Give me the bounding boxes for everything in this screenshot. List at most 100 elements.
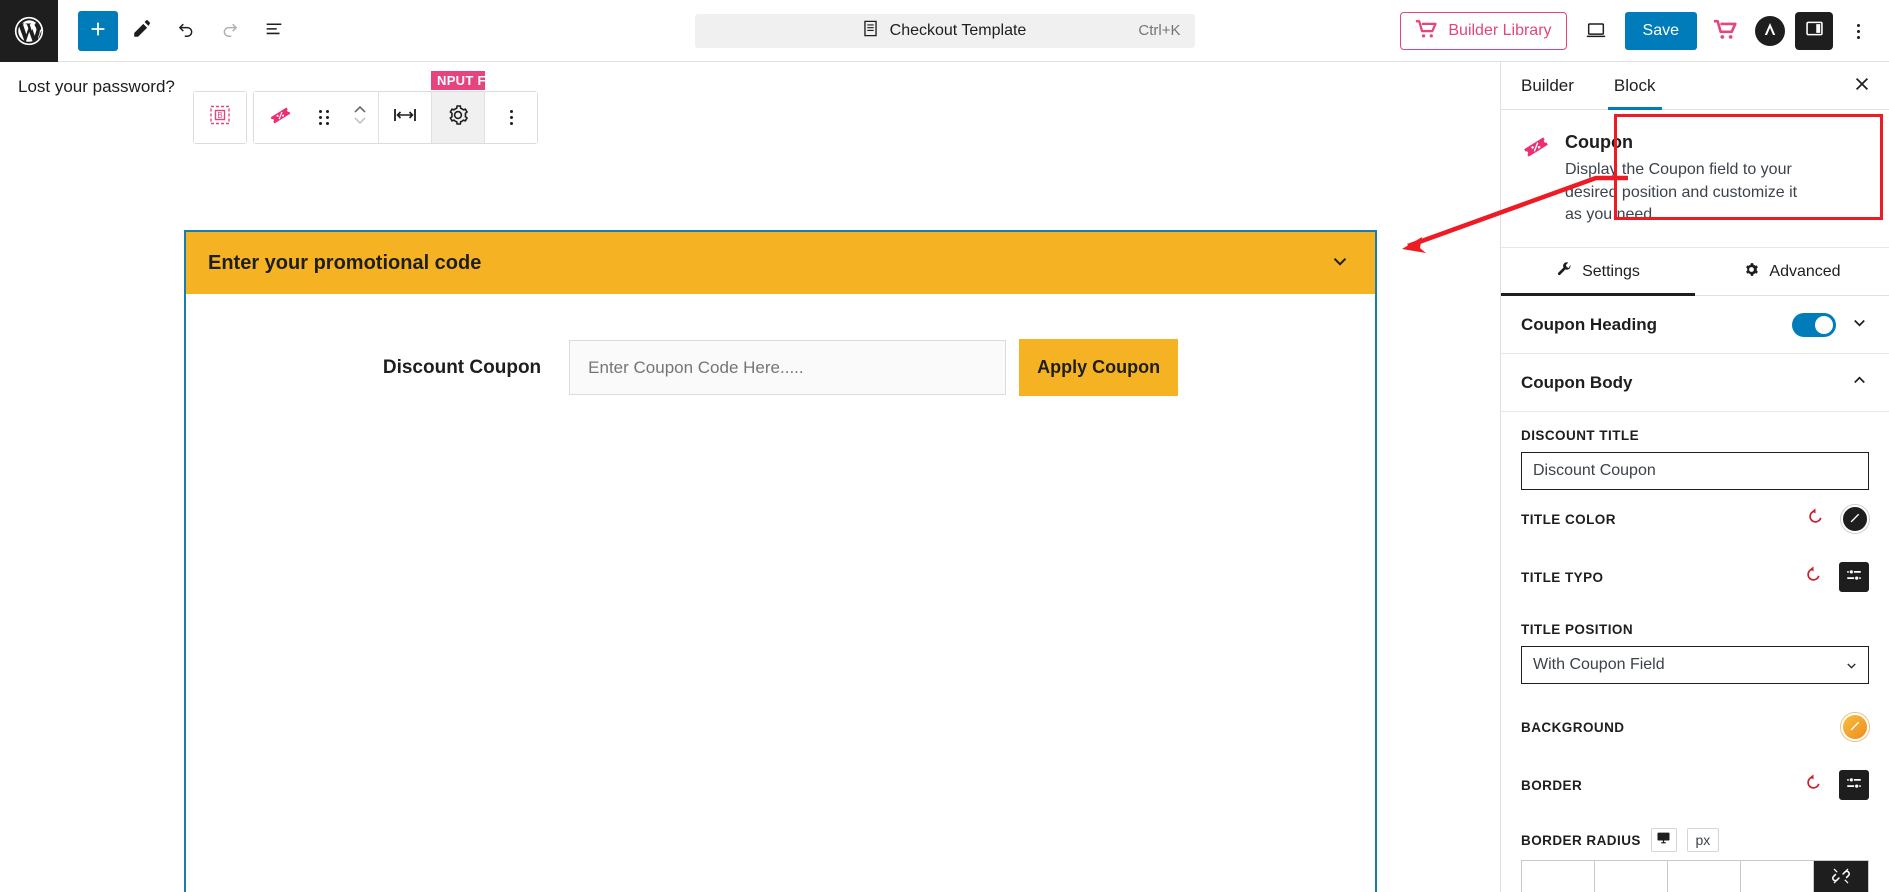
document-shortcut: Ctrl+K xyxy=(1138,22,1181,39)
wrench-icon xyxy=(1556,261,1573,283)
builder-library-button[interactable]: Builder Library xyxy=(1400,12,1567,50)
desktop-device-icon xyxy=(1656,830,1671,850)
accordion-coupon-heading-label: Coupon Heading xyxy=(1521,314,1657,334)
close-icon xyxy=(1853,75,1871,98)
editor-canvas: Lost your password? B NPUT F Enter your … xyxy=(0,62,1573,892)
control-discount-title: DISCOUNT TITLE xyxy=(1501,412,1889,491)
border-radius-top-input[interactable] xyxy=(1522,861,1594,892)
chevron-up-icon[interactable] xyxy=(1850,371,1869,395)
wpfunnels-cart-icon xyxy=(1415,19,1439,44)
title-position-select-wrap xyxy=(1521,646,1869,685)
title-position-select[interactable] xyxy=(1521,646,1869,685)
block-toolbar: B NPUT F xyxy=(193,71,538,144)
coupon-ticket-icon xyxy=(1521,132,1551,227)
more-options-button[interactable] xyxy=(1843,12,1873,50)
tab-settings-label: Settings xyxy=(1582,262,1640,280)
block-info-text: Coupon Display the Coupon field to your … xyxy=(1565,132,1810,227)
block-options-button[interactable] xyxy=(485,92,537,143)
accordion-coupon-body[interactable]: Coupon Body xyxy=(1501,354,1889,413)
move-block-updown-button[interactable] xyxy=(342,92,378,143)
parent-block-icon: B xyxy=(208,103,232,132)
document-title-chip[interactable]: Checkout Template Ctrl+K xyxy=(694,13,1195,48)
border-radius-label: BORDER RADIUS xyxy=(1521,832,1641,848)
border-radius-device-button[interactable] xyxy=(1650,828,1677,853)
sliders-icon xyxy=(1845,566,1863,589)
reset-circular-arrow-icon[interactable] xyxy=(1804,773,1823,797)
astra-plugin-button[interactable] xyxy=(1755,16,1785,46)
full-width-align-icon xyxy=(392,105,418,130)
border-radius-left-input[interactable] xyxy=(1741,861,1813,892)
control-title-color: TITLE COLOR xyxy=(1501,490,1889,548)
coupon-body: Discount Coupon Apply Coupon xyxy=(186,294,1375,396)
block-settings-sidebar: Builder Block Coupon Display the Coupon … xyxy=(1500,62,1889,892)
border-radius-unit-button[interactable]: px xyxy=(1686,828,1719,853)
document-overview-button[interactable] xyxy=(254,11,294,51)
tab-block[interactable]: Block xyxy=(1594,62,1676,110)
coupon-code-input[interactable] xyxy=(569,340,1007,395)
tab-settings[interactable]: Settings xyxy=(1501,248,1695,297)
border-radius-right-input[interactable] xyxy=(1595,861,1667,892)
sliders-icon xyxy=(1845,774,1863,797)
select-parent-block-button[interactable]: B xyxy=(194,92,246,143)
wpfunnels-cart-icon xyxy=(1713,19,1739,43)
background-color-swatch[interactable] xyxy=(1841,713,1869,742)
border-radius-bottom-input[interactable] xyxy=(1668,861,1740,892)
close-sidebar-button[interactable] xyxy=(1847,71,1877,101)
background-label: BACKGROUND xyxy=(1521,719,1625,735)
lost-password-text[interactable]: Lost your password? xyxy=(18,77,175,97)
control-title-position: TITLE POSITION xyxy=(1501,606,1889,685)
coupon-block[interactable]: Enter your promotional code Discount Cou… xyxy=(184,230,1377,892)
document-page-icon xyxy=(861,19,880,43)
border-settings-button[interactable] xyxy=(1839,770,1869,801)
control-title-typo: TITLE TYPO xyxy=(1501,548,1889,606)
background-controls xyxy=(1841,713,1869,742)
block-settings-button[interactable]: NPUT F xyxy=(431,71,485,143)
coupon-ticket-icon xyxy=(268,103,293,133)
view-device-button[interactable] xyxy=(1577,12,1615,50)
edit-tool-button[interactable] xyxy=(122,11,162,51)
move-up-down-icon xyxy=(353,102,367,133)
border-radius-bottom-cell xyxy=(1668,861,1741,892)
reset-circular-arrow-icon[interactable] xyxy=(1804,565,1823,589)
block-actions-group: NPUT F xyxy=(253,71,538,144)
block-settings-tooltip: NPUT F xyxy=(431,71,485,90)
gear-icon xyxy=(1743,261,1760,283)
block-info-title: Coupon xyxy=(1565,132,1633,152)
settings-panel-toggle[interactable] xyxy=(1795,12,1833,50)
kebab-menu-icon xyxy=(509,110,513,125)
reset-circular-arrow-icon[interactable] xyxy=(1806,507,1825,531)
tab-builder[interactable]: Builder xyxy=(1501,62,1594,109)
list-view-icon xyxy=(263,18,285,43)
title-typo-settings-button[interactable] xyxy=(1839,562,1869,593)
save-button[interactable]: Save xyxy=(1624,12,1697,50)
discount-title-label: DISCOUNT TITLE xyxy=(1521,428,1640,444)
accordion-coupon-heading[interactable]: Coupon Heading xyxy=(1501,296,1889,355)
apply-coupon-button[interactable]: Apply Coupon xyxy=(1019,339,1179,396)
undo-button[interactable] xyxy=(166,11,206,51)
title-color-swatch[interactable] xyxy=(1841,505,1869,534)
drag-block-handle[interactable] xyxy=(306,92,342,143)
discount-title-input[interactable] xyxy=(1521,452,1869,491)
chevron-down-icon[interactable] xyxy=(1850,313,1869,337)
tab-advanced[interactable]: Advanced xyxy=(1695,248,1889,295)
chevron-down-icon[interactable] xyxy=(1329,250,1351,277)
parent-block-group: B xyxy=(193,91,247,144)
coupon-form-row: Discount Coupon Apply Coupon xyxy=(186,339,1375,396)
builder-library-label: Builder Library xyxy=(1448,22,1552,39)
block-type-button[interactable] xyxy=(254,92,306,143)
coupon-heading-toggle[interactable] xyxy=(1792,312,1836,337)
block-align-button[interactable] xyxy=(379,92,431,143)
document-title: Checkout Template xyxy=(889,21,1027,39)
redo-button[interactable] xyxy=(210,11,250,51)
pencil-icon xyxy=(131,18,153,43)
unlink-icon xyxy=(1831,866,1851,891)
plugin-cart-button[interactable] xyxy=(1707,12,1745,50)
title-typo-controls xyxy=(1804,562,1869,593)
wordpress-logo[interactable] xyxy=(0,0,58,62)
title-typo-label: TITLE TYPO xyxy=(1521,569,1604,585)
border-radius-link-toggle[interactable] xyxy=(1814,861,1868,892)
add-block-button[interactable] xyxy=(78,10,118,51)
sidebar-panel-tabs: Settings Advanced xyxy=(1501,248,1889,297)
coupon-heading-bar[interactable]: Enter your promotional code xyxy=(186,232,1375,294)
toolbar-left-tools xyxy=(58,10,294,51)
